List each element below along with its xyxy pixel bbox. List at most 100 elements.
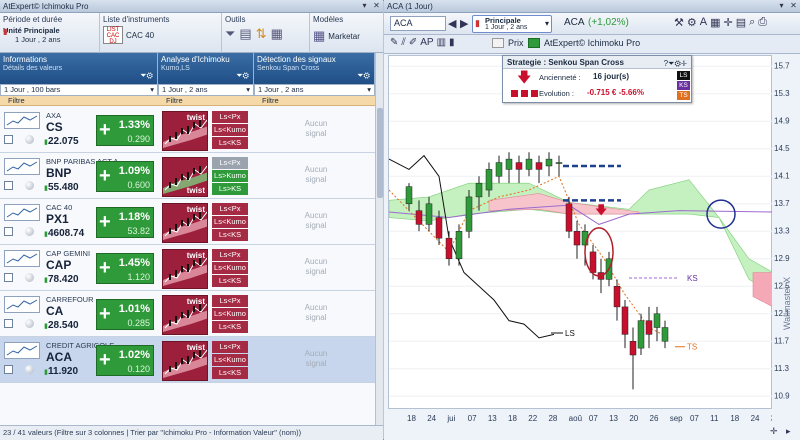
indicator-color[interactable]: [528, 38, 540, 48]
chart-period-select[interactable]: ▮ Principale 1 Jour , 2 ans ▾: [472, 15, 552, 33]
list-icon[interactable]: LIST CAC DJ: [103, 26, 123, 45]
unit-label[interactable]: Unité Principale: [3, 26, 96, 35]
signal-none: Aucun signal: [262, 165, 370, 185]
column-info-header[interactable]: Informations Détails des valeurs ⏷⚙: [0, 53, 158, 84]
row-checkbox[interactable]: [4, 319, 13, 328]
table-icon[interactable]: ▤: [736, 16, 746, 29]
ichimoku-mini-chart[interactable]: twist: [162, 157, 208, 197]
models-value[interactable]: Marketar: [328, 32, 360, 41]
strategy-title: Strategie : Senkou Span Cross: [507, 58, 624, 67]
thumbnail-icon[interactable]: [4, 112, 40, 129]
signal-square-icon: [511, 90, 518, 97]
instrument-ticker: CA: [46, 304, 64, 318]
chevron-down-icon: ▾: [246, 85, 250, 94]
thumbnail-icon[interactable]: [4, 250, 40, 267]
table-row[interactable]: CAC 40 PX1 ▮ 4608.74 + 1.18% 53.82 twist…: [0, 199, 375, 245]
highlight-ellipse: [584, 227, 614, 277]
thumbnail-icon[interactable]: [4, 342, 40, 359]
ichimoku-mini-chart[interactable]: twist: [162, 341, 208, 381]
scroll-thumb[interactable]: [377, 108, 383, 198]
close-icon[interactable]: ✕: [789, 1, 798, 10]
strategy-tools-icon[interactable]: ?⏷⚙✛: [664, 57, 687, 70]
list-scrollbar[interactable]: [375, 53, 383, 425]
analysis-filter[interactable]: Filtre: [158, 96, 254, 106]
draw-icon[interactable]: ✎: [390, 37, 398, 48]
tools-group: Outils ⏷ ▤ ⇅ ▦: [222, 13, 310, 53]
annotate-icon[interactable]: ✐: [409, 37, 417, 48]
table-row[interactable]: CREDIT AGRICOLE ACA ▮ 11.920 + 1.02% 0.1…: [0, 337, 375, 383]
column-info-tools-icon[interactable]: ⏷⚙: [140, 71, 153, 81]
ichimoku-mini-chart[interactable]: twist: [162, 295, 208, 335]
thumbnail-icon[interactable]: [4, 158, 40, 175]
ichimoku-mini-chart[interactable]: twist: [162, 249, 208, 289]
candle-icon[interactable]: ▮: [449, 37, 455, 48]
grid-icon[interactable]: ▦: [710, 16, 720, 29]
info-period-select[interactable]: 1 Jour , 100 bars ▾: [0, 84, 158, 96]
row-checkbox[interactable]: [4, 365, 13, 374]
row-checkbox[interactable]: [4, 273, 13, 282]
table-row[interactable]: AXA CS ▮ 22.075 + 1.33% 0.290 twist Ls<P…: [0, 107, 375, 153]
minimize-icon[interactable]: ▾: [777, 1, 786, 10]
table-row[interactable]: CARREFOUR CA ▮ 28.540 + 1.01% 0.285 twis…: [0, 291, 375, 337]
signals-period-select[interactable]: 1 Jour , 2 ans ▾: [254, 84, 375, 96]
list-value[interactable]: CAC 40: [126, 31, 154, 40]
minimize-icon[interactable]: ▾: [360, 1, 369, 10]
chart-type-icon[interactable]: ▥: [437, 37, 446, 48]
settings-icon[interactable]: ⚙: [687, 16, 697, 29]
change-absolute: 53.82: [127, 226, 150, 236]
info-filter[interactable]: Filtre: [0, 96, 158, 106]
column-analysis-tools-icon[interactable]: ⏷⚙: [236, 71, 249, 81]
prev-icon[interactable]: ◀: [448, 17, 456, 30]
ichimoku-mini-chart[interactable]: twist: [162, 203, 208, 243]
price-chart[interactable]: 🡇 LS KS TS: [388, 55, 774, 409]
unit-value[interactable]: 1 Jour , 2 ans: [3, 35, 96, 44]
signals-filter[interactable]: Filtre: [254, 96, 375, 106]
column-signals-sub: Senkou Span Cross: [257, 65, 320, 72]
x-axis: 18 24 jui 07 13 18 22 28 aoû 07 13 20 26 sep 07 11 18 24 3…: [388, 409, 780, 426]
column-analysis-header[interactable]: Analyse d'Ichimoku Kumo,LS ⏷⚙: [158, 53, 254, 84]
print-icon[interactable]: ⎙: [758, 16, 767, 29]
text-icon[interactable]: A: [700, 16, 707, 29]
symbol-input[interactable]: ACA: [390, 16, 446, 31]
row-checkbox[interactable]: [4, 181, 13, 190]
table-row[interactable]: CAP GEMINI CAP ▮ 78.420 + 1.45% 1.120 tw…: [0, 245, 375, 291]
list-view-icon[interactable]: ▤: [239, 27, 251, 41]
scroll-right-icon[interactable]: ▸: [786, 426, 791, 437]
column-signals-header[interactable]: Détection des signaux Senkou Span Cross …: [254, 53, 375, 84]
thumbnail-icon[interactable]: [4, 296, 40, 313]
signal-tags: Ls<Px Ls>Kumo Ls>KS: [212, 157, 248, 196]
instrument-price: 78.420: [48, 274, 79, 285]
signal-tag: Ls<Kumo: [212, 308, 248, 320]
badge-ls: LS: [677, 71, 690, 80]
model-grid-icon[interactable]: ▦: [313, 28, 325, 44]
zoom-reset-icon[interactable]: ✛: [770, 426, 778, 437]
candle-body: [661, 327, 669, 342]
ls-label: LS: [565, 329, 575, 338]
sort-icon[interactable]: ⇅: [256, 27, 267, 41]
crosshair-icon[interactable]: ✛: [724, 16, 733, 29]
change-box: + 1.02% 0.120: [96, 345, 154, 376]
plus-icon: +: [99, 165, 111, 187]
filter-icon[interactable]: ⏷: [225, 27, 235, 41]
close-icon[interactable]: ✕: [372, 1, 381, 10]
change-percent: 1.02%: [118, 349, 150, 361]
signals-filter-label: Filtre: [262, 96, 279, 105]
change-box: + 1.18% 53.82: [96, 207, 154, 238]
export-icon[interactable]: ▦: [271, 27, 283, 41]
zoom-icon[interactable]: ⌕: [749, 16, 755, 29]
ichimoku-mini-chart[interactable]: twist: [162, 111, 208, 151]
ap-icon[interactable]: AP: [420, 37, 433, 48]
next-icon[interactable]: ▶: [460, 17, 468, 30]
row-checkbox[interactable]: [4, 135, 13, 144]
thumbnail-icon[interactable]: [4, 204, 40, 221]
strategy-panel: Strategie : Senkou Span Cross ?⏷⚙✛ 🡇 Anc…: [502, 55, 692, 103]
prix-checkbox[interactable]: [492, 38, 504, 48]
signal-none-line1: Aucun: [304, 303, 328, 312]
analysis-period-select[interactable]: 1 Jour , 2 ans ▾: [158, 84, 254, 96]
column-signals-tools-icon[interactable]: ⏷⚙: [357, 71, 370, 81]
tools-icon[interactable]: ⚒: [674, 16, 684, 29]
lines-icon[interactable]: ⫽: [401, 37, 405, 48]
row-checkbox[interactable]: [4, 227, 13, 236]
table-row[interactable]: BNP PARIBAS ACT.A BNP ▮ 55.480 + 1.09% 0…: [0, 153, 375, 199]
signal-tag: Ls<KS: [212, 275, 248, 287]
